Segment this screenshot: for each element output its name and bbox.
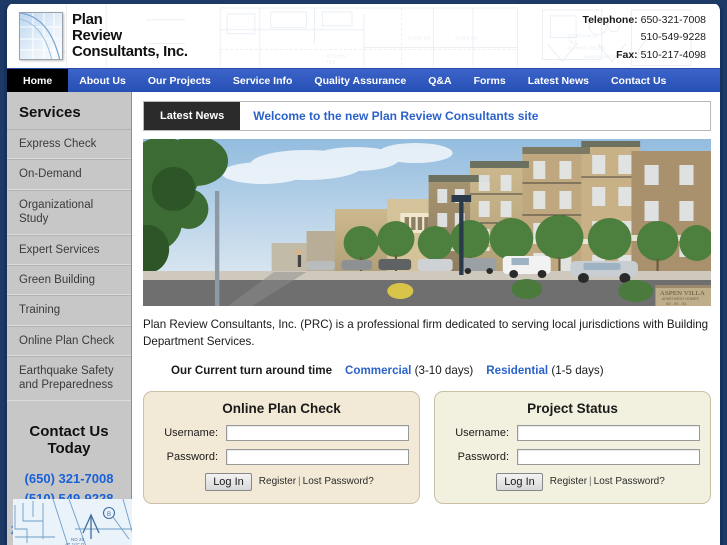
site-frame: KITCHEN TILE SLOPE DN SLOPE DN BEDROOM #… bbox=[4, 4, 723, 545]
logo-line-1: Plan bbox=[72, 11, 103, 29]
opc-register-link[interactable]: Register bbox=[259, 476, 296, 487]
contact-us-today-title: Contact Us Today bbox=[29, 422, 109, 457]
telephone-label: Telephone: bbox=[582, 14, 638, 26]
svg-text:TILE: TILE bbox=[326, 59, 335, 64]
ps-link-separator: | bbox=[589, 476, 592, 488]
nav-item-contact-us[interactable]: Contact Us bbox=[600, 69, 677, 92]
aspen-village-sign: ASPEN VILLA APARTMENT HOMES 60 - 90 - 91 bbox=[655, 285, 711, 306]
nav-item-quality-assurance[interactable]: Quality Assurance bbox=[303, 69, 417, 92]
opc-password-label: Password: bbox=[166, 450, 218, 463]
opc-link-separator: | bbox=[298, 476, 301, 488]
ps-lost-password-link[interactable]: Lost Password? bbox=[594, 476, 665, 487]
site-header: KITCHEN TILE SLOPE DN SLOPE DN BEDROOM #… bbox=[7, 4, 720, 68]
main-content: Latest News Welcome to the new Plan Revi… bbox=[132, 92, 720, 545]
svg-text:60 - 90 - 91: 60 - 90 - 91 bbox=[666, 302, 686, 306]
telephone-secondary: 510-549-9228 bbox=[640, 31, 706, 44]
residential-days: (1-5 days) bbox=[551, 363, 604, 377]
commercial-link[interactable]: Commercial bbox=[345, 364, 411, 377]
turnaround-time-line: Our Current turn around time Commercial (… bbox=[143, 364, 711, 377]
opc-password-row: Password: bbox=[154, 448, 409, 465]
ps-login-button[interactable]: Log In bbox=[496, 472, 543, 491]
ps-register-link[interactable]: Register bbox=[550, 476, 587, 487]
opc-username-label: Username: bbox=[164, 426, 218, 439]
opc-username-row: Username: bbox=[154, 424, 409, 441]
svg-text:SLOPE DN: SLOPE DN bbox=[408, 36, 431, 41]
logo-line-2: Review bbox=[72, 27, 122, 45]
svg-text:APARTMENT HOMES: APARTMENT HOMES bbox=[662, 297, 700, 301]
hero-image: ASPEN VILLA APARTMENT HOMES 60 - 90 - 91 bbox=[143, 139, 711, 306]
intro-paragraph: Plan Review Consultants, Inc. (PRC) is a… bbox=[143, 318, 709, 348]
latest-news-tag: Latest News bbox=[144, 102, 241, 130]
login-panels: Online Plan Check Username: Password: Lo… bbox=[143, 390, 711, 504]
sidebar-item-organizational-study[interactable]: Organizational Study bbox=[7, 189, 131, 235]
page-root: KITCHEN TILE SLOPE DN SLOPE DN BEDROOM #… bbox=[0, 0, 727, 545]
ps-password-label: Password: bbox=[457, 450, 509, 463]
content-area: Services Express Check On-Demand Organiz… bbox=[7, 92, 720, 545]
project-status-title: Project Status bbox=[527, 400, 618, 416]
main-navigation: Home About Us Our Projects Service Info … bbox=[7, 68, 720, 92]
ps-username-label: Username: bbox=[455, 426, 509, 439]
opc-password-input[interactable] bbox=[226, 448, 409, 465]
sidebar-item-green-building[interactable]: Green Building bbox=[7, 264, 131, 296]
sidebar-item-earthquake-safety[interactable]: Earthquake Safety and Preparedness bbox=[7, 356, 131, 401]
opc-login-button[interactable]: Log In bbox=[205, 472, 252, 491]
nav-item-service-info[interactable]: Service Info bbox=[222, 69, 304, 92]
sidebar-services-list: Express Check On-Demand Organizational S… bbox=[7, 129, 131, 401]
svg-text:ASPEN VILLA: ASPEN VILLA bbox=[660, 290, 705, 297]
residential-link[interactable]: Residential bbox=[486, 364, 548, 377]
turnaround-label: Our Current turn around time bbox=[171, 363, 333, 377]
site-logo[interactable]: Plan Review Consultants, Inc. bbox=[19, 12, 188, 60]
project-status-panel: Project Status Username: Password: Log I… bbox=[434, 390, 711, 504]
ps-actions: Log In Register | Lost Password? bbox=[445, 472, 700, 491]
ps-links: Register | Lost Password? bbox=[550, 476, 665, 487]
sidebar-heading: Services bbox=[19, 104, 81, 121]
sidebar: Services Express Check On-Demand Organiz… bbox=[7, 92, 168, 545]
commercial-days: (3-10 days) bbox=[414, 363, 474, 377]
sidebar-item-express-check[interactable]: Express Check bbox=[7, 129, 131, 160]
nav-item-qa[interactable]: Q&A bbox=[417, 69, 462, 92]
telephone-primary: 650-321-7008 bbox=[640, 14, 706, 26]
fax-row: Fax: 510-217-4098 bbox=[582, 47, 706, 64]
sidebar-item-expert-services[interactable]: Expert Services bbox=[7, 234, 131, 265]
nav-item-forms[interactable]: Forms bbox=[463, 69, 517, 92]
latest-news-headline-link[interactable]: Welcome to the new Plan Review Consultan… bbox=[240, 102, 538, 130]
telephone-row: Telephone: 650-321-7008 bbox=[582, 12, 706, 29]
sidebar-phone-1[interactable]: (650) 321-7008 bbox=[7, 469, 131, 489]
fax-number: 510-217-4098 bbox=[640, 48, 706, 61]
svg-text:SLOPE DN: SLOPE DN bbox=[455, 36, 478, 41]
ps-password-input[interactable] bbox=[517, 448, 700, 465]
online-plan-check-title: Online Plan Check bbox=[222, 400, 341, 416]
fax-label: Fax: bbox=[616, 48, 638, 61]
opc-links: Register | Lost Password? bbox=[259, 476, 374, 487]
logo-line-3: Consultants, Inc. bbox=[72, 42, 188, 60]
header-contact-info: Telephone: 650-321-7008 510-549-9228 Fax… bbox=[582, 12, 706, 64]
online-plan-check-panel: Online Plan Check Username: Password: Lo… bbox=[143, 390, 420, 504]
ps-username-row: Username: bbox=[445, 424, 700, 441]
nav-item-latest-news[interactable]: Latest News bbox=[517, 69, 600, 92]
svg-text:TILE: TILE bbox=[568, 40, 577, 45]
svg-text:KITCHEN: KITCHEN bbox=[326, 54, 346, 59]
nav-item-our-projects[interactable]: Our Projects bbox=[137, 69, 222, 92]
sidebar-item-online-plan-check[interactable]: Online Plan Check bbox=[7, 325, 131, 356]
opc-actions: Log In Register | Lost Password? bbox=[154, 472, 409, 491]
site-logo-text: Plan Review Consultants, Inc. bbox=[72, 12, 188, 60]
opc-lost-password-link[interactable]: Lost Password? bbox=[303, 476, 374, 487]
nav-item-about-us[interactable]: About Us bbox=[68, 69, 137, 92]
ps-username-input[interactable] bbox=[517, 424, 700, 441]
opc-username-input[interactable] bbox=[226, 424, 409, 441]
ps-password-row: Password: bbox=[445, 448, 700, 465]
svg-text:B: B bbox=[107, 512, 111, 518]
sidebar-item-on-demand[interactable]: On-Demand bbox=[7, 159, 131, 190]
latest-news-bar: Latest News Welcome to the new Plan Revi… bbox=[143, 101, 711, 131]
sidebar-item-training[interactable]: Training bbox=[7, 295, 131, 326]
nav-item-home[interactable]: Home bbox=[7, 69, 69, 92]
blueprint-page-icon bbox=[19, 12, 63, 60]
